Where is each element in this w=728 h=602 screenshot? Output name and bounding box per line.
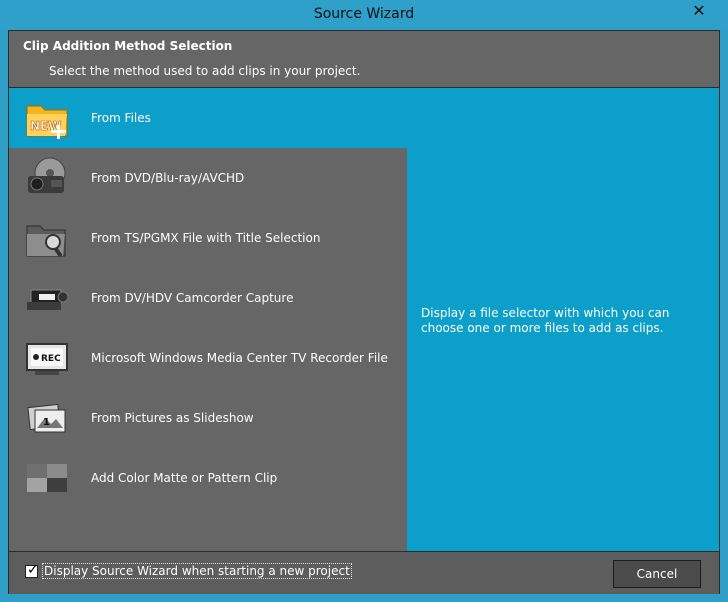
- close-button[interactable]: ✕: [678, 1, 720, 21]
- method-label: From TS/PGMX File with Title Selection: [91, 231, 321, 245]
- svg-text:REC: REC: [41, 354, 61, 364]
- dv-camcorder-icon: [27, 289, 69, 310]
- description-panel: Display a file selector with which you c…: [407, 88, 719, 551]
- color-matte-icon: [27, 464, 67, 492]
- method-item-color-matte[interactable]: Add Color Matte or Pattern Clip: [9, 448, 407, 508]
- method-item-from-dvd[interactable]: From DVD/Blu-ray/AVCHD: [9, 148, 407, 208]
- header-title: Clip Addition Method Selection: [23, 39, 233, 53]
- method-label: From Files: [91, 111, 151, 125]
- method-list: NEW From Files From DVD/Blu-ray/AVCHD Fr…: [9, 88, 719, 551]
- svg-text:1: 1: [43, 417, 50, 428]
- method-item-from-ts-pgmx[interactable]: From TS/PGMX File with Title Selection: [9, 208, 407, 268]
- method-item-slideshow[interactable]: 1 From Pictures as Slideshow: [9, 388, 407, 448]
- wizard-header: Clip Addition Method Selection Select th…: [9, 31, 719, 88]
- camcorder-disc-icon: [28, 157, 66, 193]
- source-wizard-window: Source Wizard ✕ Clip Addition Method Sel…: [0, 0, 728, 602]
- method-item-media-center[interactable]: REC Microsoft Windows Media Center TV Re…: [9, 328, 407, 388]
- folder-magnifier-icon: [26, 225, 66, 258]
- cancel-button[interactable]: Cancel: [613, 560, 701, 588]
- checkmark-icon: ✓: [27, 562, 39, 578]
- method-label: From DVD/Blu-ray/AVCHD: [91, 171, 245, 185]
- method-item-from-dv-hdv[interactable]: From DV/HDV Camcorder Capture: [9, 268, 407, 328]
- method-label: Add Color Matte or Pattern Clip: [91, 471, 278, 485]
- wizard-frame: Clip Addition Method Selection Select th…: [8, 30, 720, 594]
- method-label: Microsoft Windows Media Center TV Record…: [91, 351, 388, 365]
- method-label: From DV/HDV Camcorder Capture: [91, 291, 294, 305]
- slideshow-pictures-icon: 1: [27, 403, 66, 433]
- new-folder-icon: NEW: [26, 105, 68, 139]
- method-label: From Pictures as Slideshow: [91, 411, 254, 425]
- window-title: Source Wizard: [313, 6, 415, 22]
- header-subtitle: Select the method used to add clips in y…: [49, 64, 361, 78]
- title-bar: Source Wizard ✕: [0, 0, 728, 30]
- wizard-footer: ✓ Display Source Wizard when starting a …: [9, 551, 719, 594]
- method-description: Display a file selector with which you c…: [421, 306, 670, 335]
- show-wizard-checkbox[interactable]: ✓: [25, 562, 39, 578]
- show-wizard-label[interactable]: Display Source Wizard when starting a ne…: [42, 563, 352, 579]
- tv-recorder-icon: REC: [26, 343, 68, 375]
